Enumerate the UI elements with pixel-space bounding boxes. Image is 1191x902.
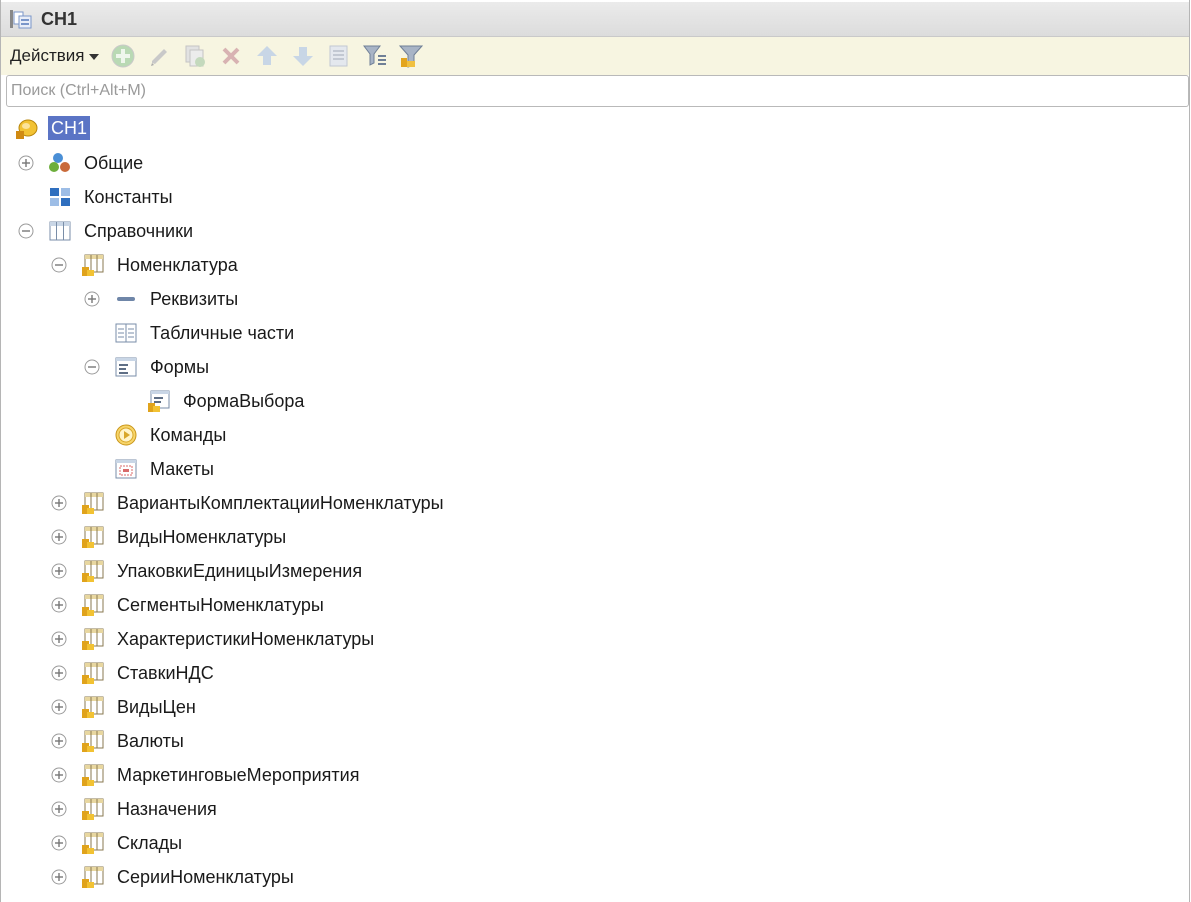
tree-node-label: Формы	[150, 357, 210, 377]
tree-node-label: ВариантыКомплектацииНоменклатуры	[117, 493, 444, 513]
tree-node-label: Реквизиты	[150, 289, 239, 309]
catalog-icon	[82, 492, 104, 514]
tree-node-label: ХарактеристикиНоменклатуры	[117, 629, 375, 649]
expand-icon[interactable]	[51, 597, 67, 613]
tree-node-label: Справочники	[84, 221, 194, 241]
expand-icon[interactable]	[51, 563, 67, 579]
filter-settings-icon	[399, 45, 424, 68]
catalogs-icon	[49, 221, 71, 241]
constants-icon	[50, 188, 70, 206]
copy-button[interactable]	[180, 41, 210, 71]
move-down-icon	[293, 47, 314, 66]
expand-icon[interactable]	[18, 155, 34, 171]
expand-icon[interactable]	[51, 767, 67, 783]
actions-menu-label: Действия	[10, 46, 85, 65]
tabular-parts-icon	[115, 323, 137, 343]
delete-icon	[223, 47, 240, 65]
command-bar: Действия	[1, 37, 1189, 75]
catalog-icon	[82, 730, 104, 752]
move-up-icon	[257, 46, 278, 65]
tree-node-label: Склады	[117, 833, 183, 853]
window-title: СН1	[41, 8, 78, 29]
search-box	[6, 75, 1189, 107]
catalog-icon	[82, 628, 104, 650]
tree-node-label: Валюты	[117, 731, 184, 751]
attributes-icon	[117, 297, 135, 301]
copy-icon	[185, 45, 206, 67]
catalog-icon	[82, 696, 104, 718]
tree-node-label: СегментыНоменклатуры	[117, 595, 324, 615]
add-button[interactable]	[108, 41, 138, 71]
catalog-icon	[82, 594, 104, 616]
tree-node-label: Назначения	[117, 799, 217, 819]
move-down-button[interactable]	[288, 41, 318, 71]
config-window: СН1 Действия Поиск (Ctrl+Alt+M) СН1 Общи…	[0, 0, 1190, 902]
collapse-icon[interactable]	[18, 223, 34, 239]
catalog-icon	[82, 798, 104, 820]
form-icon	[148, 390, 170, 412]
expand-icon[interactable]	[51, 733, 67, 749]
common-objects-icon	[49, 153, 70, 172]
tree-node-label: Номенклатура	[117, 255, 238, 275]
title-bar: СН1	[1, 2, 1189, 37]
commands-icon	[115, 424, 137, 446]
actions-menu-button[interactable]: Действия	[10, 46, 100, 66]
tree-node-label: Команды	[150, 425, 227, 445]
search-input[interactable]	[7, 76, 1188, 106]
expand-icon[interactable]	[51, 699, 67, 715]
templates-icon	[115, 459, 137, 479]
delete-button[interactable]	[216, 41, 246, 71]
expand-icon[interactable]	[51, 529, 67, 545]
catalog-icon	[82, 832, 104, 854]
expand-icon[interactable]	[51, 495, 67, 511]
forms-icon	[115, 357, 137, 377]
expand-icon[interactable]	[51, 801, 67, 817]
collapse-icon[interactable]	[84, 359, 100, 375]
move-up-button[interactable]	[252, 41, 282, 71]
catalog-icon	[82, 254, 104, 276]
tree-node-label: ВидыЦен	[117, 697, 196, 717]
tree-node-label: СерииНоменклатуры	[117, 867, 294, 887]
tree-node-label: Общие	[84, 153, 144, 173]
list-icon	[329, 45, 348, 67]
tree-node-label: Макеты	[150, 459, 214, 479]
filter-icon	[363, 45, 387, 66]
catalog-icon	[82, 526, 104, 548]
tree-node-label: МаркетинговыеМероприятия	[117, 765, 360, 785]
tree-node-label: ВидыНоменклатуры	[117, 527, 287, 547]
tree-node-label: Табличные части	[150, 323, 295, 343]
list-button[interactable]	[324, 41, 354, 71]
edit-button[interactable]	[144, 41, 174, 71]
expand-icon[interactable]	[84, 291, 100, 307]
catalog-icon	[82, 662, 104, 684]
tree-node-label: Константы	[84, 187, 173, 207]
filter-settings-button[interactable]	[396, 41, 426, 71]
configuration-root-icon	[16, 119, 38, 139]
expand-icon[interactable]	[51, 869, 67, 885]
tree-node-label: ФормаВыбора	[183, 391, 305, 411]
chevron-down-icon	[89, 54, 100, 60]
expand-icon[interactable]	[51, 835, 67, 851]
catalog-icon	[82, 764, 104, 786]
expand-icon[interactable]	[51, 665, 67, 681]
tree-node-label: СН1	[48, 116, 91, 140]
tree-node-label: УпаковкиЕдиницыИзмерения	[117, 561, 363, 581]
catalog-icon	[82, 866, 104, 888]
expand-icon[interactable]	[51, 631, 67, 647]
catalog-icon	[82, 560, 104, 582]
collapse-icon[interactable]	[51, 257, 67, 273]
edit-icon	[151, 49, 168, 66]
tree-node-label: СтавкиНДС	[117, 663, 214, 683]
configuration-icon	[10, 10, 32, 29]
add-icon	[111, 44, 135, 68]
filter-button[interactable]	[360, 41, 390, 71]
